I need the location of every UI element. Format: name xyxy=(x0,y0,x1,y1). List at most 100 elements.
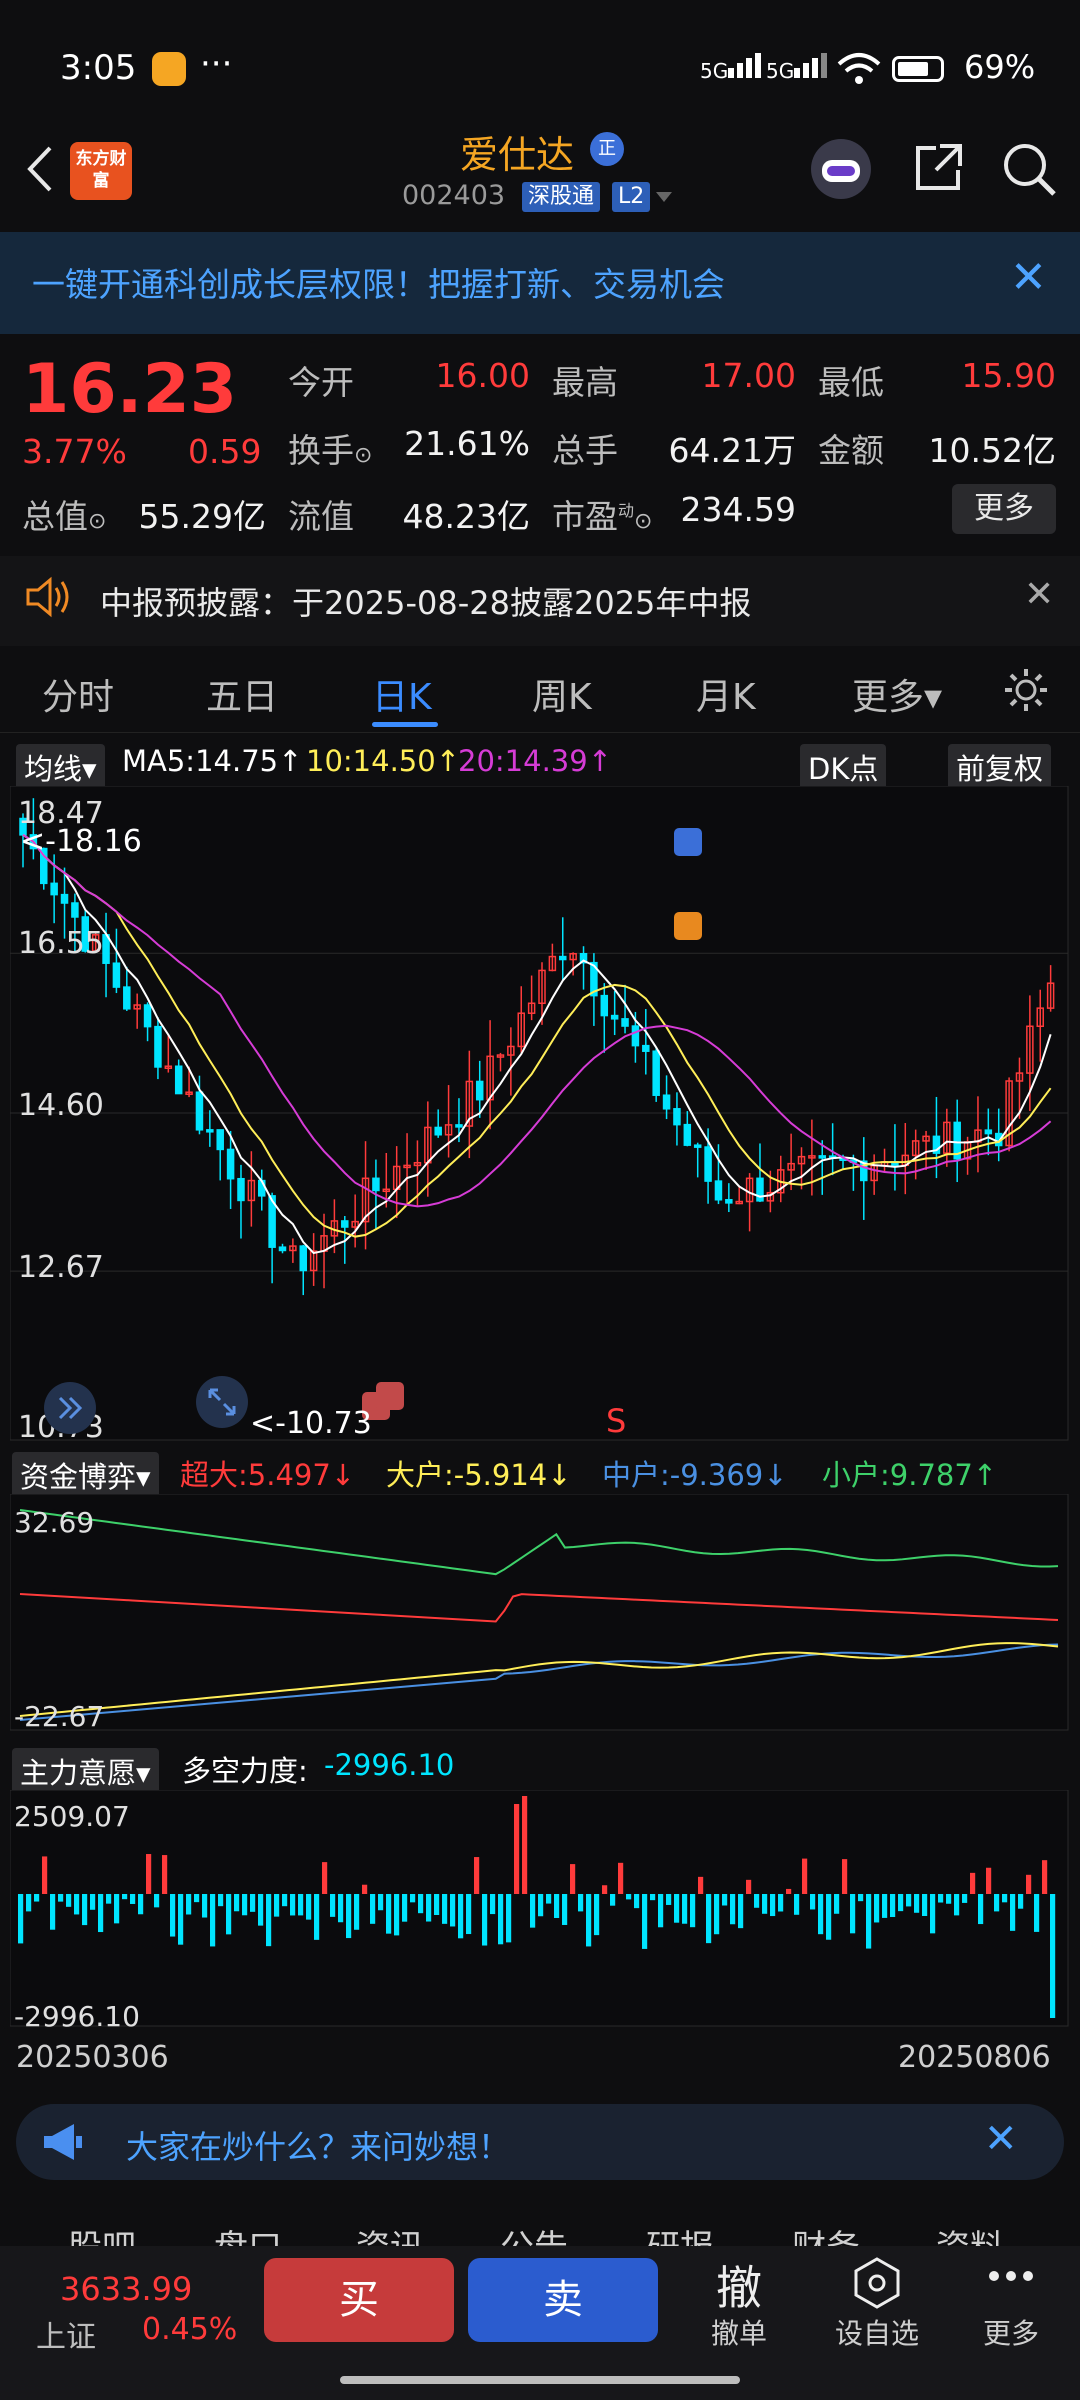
promo-close-icon[interactable]: ✕ xyxy=(1010,252,1047,303)
expand-left-icon[interactable] xyxy=(42,1380,98,1436)
force-bar xyxy=(354,1894,360,1930)
chevron-down-icon[interactable] xyxy=(654,190,674,204)
dk-point-button[interactable]: DK点 xyxy=(800,744,887,790)
back-icon[interactable] xyxy=(22,144,56,194)
fullscreen-icon[interactable] xyxy=(194,1374,250,1430)
tab-intraday[interactable]: 分时 xyxy=(42,668,114,720)
kline-candle xyxy=(226,1148,235,1180)
kline-candle xyxy=(216,1129,224,1151)
main-force-select[interactable]: 主力意愿▾ xyxy=(12,1748,159,1794)
force-bar xyxy=(226,1894,232,1935)
kline-candle xyxy=(642,1044,650,1052)
force-bar xyxy=(786,1888,792,1894)
more-icon[interactable] xyxy=(986,2266,1036,2286)
force-bar xyxy=(586,1894,592,1947)
ask-ai-text[interactable]: 大家在炒什么？来问妙想！ xyxy=(126,2122,510,2168)
force-bar xyxy=(130,1894,136,1904)
cancel-order-icon[interactable]: 撤 xyxy=(684,2252,794,2318)
force-bar xyxy=(706,1894,712,1944)
tab-five-day[interactable]: 五日 xyxy=(206,668,278,720)
force-bar xyxy=(858,1894,864,1902)
quote-more-button[interactable]: 更多 xyxy=(952,484,1056,534)
kline-chart[interactable] xyxy=(10,786,1070,1442)
tab-weekly-k[interactable]: 周K xyxy=(532,668,592,720)
buy-button[interactable]: 买 xyxy=(264,2258,454,2342)
kline-candle xyxy=(341,1220,349,1228)
notice-close-icon[interactable]: ✕ xyxy=(1024,574,1054,615)
sell-signal-marker: S xyxy=(606,1402,627,1440)
app-logo: 东方财富 xyxy=(70,142,132,200)
volume-label: 总手 xyxy=(552,431,618,470)
small-legend: 小户:9.787↑ xyxy=(822,1458,998,1492)
kline-y-label: 16.55 xyxy=(18,926,104,961)
force-bar xyxy=(442,1894,448,1924)
kline-candle xyxy=(174,1065,183,1095)
money-flow-chart[interactable] xyxy=(10,1494,1070,1732)
force-bar xyxy=(922,1894,928,1916)
force-bar xyxy=(914,1894,920,1913)
force-bar xyxy=(322,1862,328,1894)
index-percent[interactable]: 0.45% xyxy=(142,2312,237,2347)
float-label: 流值 xyxy=(288,497,354,536)
ask-ai-close-icon[interactable]: ✕ xyxy=(984,2116,1018,2162)
force-bar xyxy=(818,1894,824,1935)
main-force-chart[interactable] xyxy=(10,1790,1070,2028)
cancel-order-label[interactable]: 撤单 xyxy=(684,2312,794,2352)
tab-monthly-k[interactable]: 月K xyxy=(696,668,756,720)
force-bar xyxy=(978,1894,984,1925)
force-bar xyxy=(154,1894,160,1908)
tag-l2[interactable]: L2 xyxy=(612,182,651,212)
mid-legend: 中户:-9.369↓ xyxy=(602,1458,788,1492)
force-y-bottom: -2996.10 xyxy=(14,2000,140,2033)
force-bar xyxy=(426,1894,432,1922)
low-label: 最低 xyxy=(818,363,884,402)
force-bar xyxy=(250,1894,256,1912)
search-icon[interactable] xyxy=(1000,140,1058,198)
force-bar xyxy=(594,1894,600,1936)
force-bar xyxy=(482,1894,488,1946)
force-bar xyxy=(570,1864,576,1894)
index-name[interactable]: 上证 xyxy=(36,2312,96,2356)
robot-assistant-icon[interactable] xyxy=(808,136,874,202)
force-bar xyxy=(546,1894,552,1904)
force-bar xyxy=(842,1859,848,1894)
change-amount: 0.59 xyxy=(188,432,262,471)
kline-candle xyxy=(559,955,567,961)
force-bar xyxy=(1018,1894,1024,1909)
force-bar xyxy=(522,1796,528,1894)
force-bar xyxy=(314,1894,320,1940)
add-watchlist-icon[interactable] xyxy=(852,2256,902,2310)
force-bar xyxy=(946,1894,952,1904)
indicator-select[interactable]: 均线▾ xyxy=(16,744,105,790)
mcap-label: 总值⊙ xyxy=(22,497,107,536)
max-price-marker: <-18.16 xyxy=(20,824,142,859)
more-label[interactable]: 更多 xyxy=(956,2312,1066,2352)
force-bar xyxy=(538,1894,544,1917)
gear-icon[interactable] xyxy=(1002,666,1050,714)
tab-daily-k[interactable]: 日K xyxy=(372,668,432,720)
force-bar xyxy=(874,1894,880,1923)
add-watchlist-label[interactable]: 设自选 xyxy=(822,2312,932,2352)
force-bar xyxy=(1002,1894,1008,1903)
force-y-top: 2509.07 xyxy=(14,1800,130,1833)
adjust-button[interactable]: 前复权 xyxy=(948,744,1052,790)
index-value[interactable]: 3633.99 xyxy=(60,2270,192,2308)
force-bar xyxy=(1042,1860,1048,1894)
force-bar xyxy=(346,1894,352,1939)
force-bar xyxy=(330,1894,336,1917)
notice-text[interactable]: 中报预披露：于2025-08-28披露2025年中报 xyxy=(100,578,751,624)
kline-candle xyxy=(621,1018,629,1027)
tab-more[interactable]: 更多▾ xyxy=(852,668,942,720)
force-bar xyxy=(418,1894,424,1914)
kline-candle xyxy=(600,994,609,1017)
promo-banner[interactable]: 一键开通科创成长层权限！把握打新、交易机会 ✕ xyxy=(0,232,1080,334)
float-value: 48.23亿 xyxy=(402,497,530,536)
sell-button[interactable]: 卖 xyxy=(468,2258,658,2342)
promo-banner-text[interactable]: 一键开通科创成长层权限！把握打新、交易机会 xyxy=(32,258,725,306)
force-bar xyxy=(834,1894,840,1914)
share-icon[interactable] xyxy=(910,140,966,196)
force-bar xyxy=(242,1894,248,1916)
force-bar xyxy=(578,1894,584,1912)
force-bar xyxy=(802,1858,808,1894)
money-flow-select[interactable]: 资金博弈▾ xyxy=(12,1452,159,1498)
